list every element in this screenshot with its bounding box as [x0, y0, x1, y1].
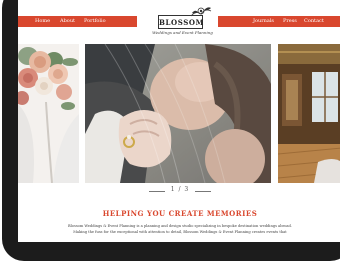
nav-bar-left: Home About Portfolio [18, 16, 137, 27]
nav-bar-right: Journals Press Contact [218, 16, 340, 27]
pager-next-line[interactable] [195, 191, 211, 192]
brand-logo[interactable]: BLOSSOM Weddings and Event Planning [145, 5, 220, 43]
section-heading: HELPING YOU CREATE MEMORIES [102, 209, 258, 218]
brand-name: BLOSSOM [159, 18, 204, 27]
nav-about-link[interactable]: About [60, 18, 75, 25]
tablet-frame: Home About Portfolio Journals Press Cont… [2, 0, 340, 261]
slide-image-venue[interactable] [278, 44, 340, 183]
bouquet-image [18, 44, 79, 183]
nav-portfolio-link[interactable]: Portfolio [84, 18, 106, 25]
nav-journals-link[interactable]: Journals [253, 18, 274, 25]
slide-image-bouquet[interactable] [18, 44, 79, 183]
website-screen: Home About Portfolio Journals Press Cont… [18, 0, 340, 242]
logo-box: BLOSSOM [158, 15, 203, 29]
nav-contact-link[interactable]: Contact [304, 18, 324, 25]
nav-press-link[interactable]: Press [283, 18, 297, 25]
brand-tagline: Weddings and Event Planning [152, 30, 213, 35]
slide-image-couple[interactable] [85, 44, 271, 183]
section-body: Blossom Weddings & Event Planning is a p… [38, 223, 322, 235]
slider-pager: 1 / 3 [135, 186, 225, 196]
body-line-2: Making the fuss for the exceptional with… [73, 230, 287, 234]
venue-image [278, 44, 340, 183]
pager-counter: 1 / 3 [170, 186, 190, 193]
nav-home-link[interactable]: Home [35, 18, 50, 25]
couple-image [85, 44, 271, 183]
